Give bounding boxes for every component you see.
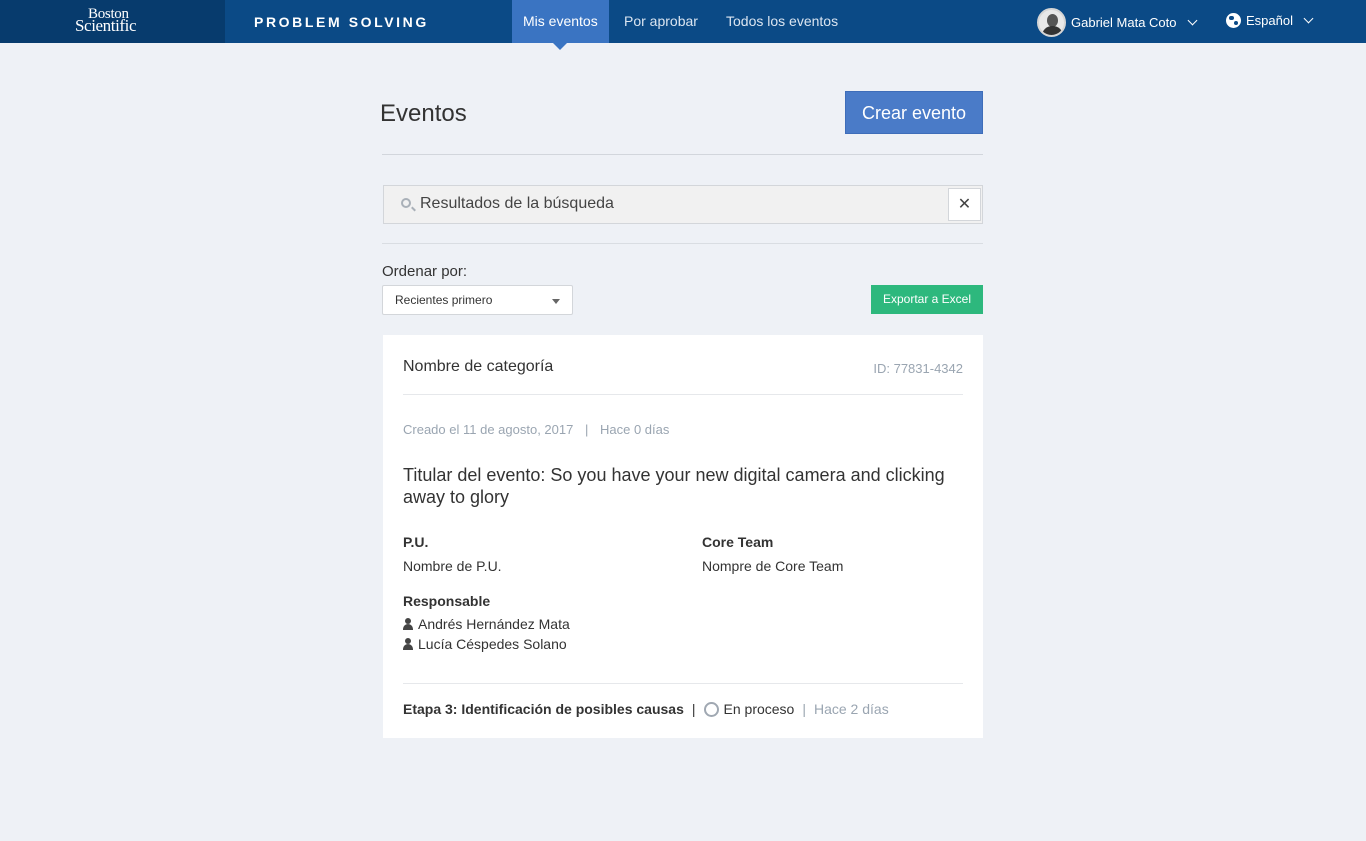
divider — [403, 394, 963, 395]
core-team-value: Nompre de Core Team — [702, 558, 844, 574]
tab-label: Por aprobar — [624, 13, 698, 29]
page-title: Eventos — [380, 100, 467, 127]
tab-mis-eventos[interactable]: Mis eventos — [512, 0, 609, 50]
sort-selected-value: Recientes primero — [395, 293, 493, 307]
active-tab-caret-icon — [553, 43, 568, 50]
export-excel-button[interactable]: Exportar a Excel — [871, 285, 983, 314]
brand-logo-line2: Scientific — [75, 16, 137, 35]
language-selector[interactable]: Español — [1226, 13, 1314, 28]
chevron-down-icon — [1187, 15, 1197, 25]
search-input[interactable]: Resultados de la búsqueda — [420, 195, 614, 213]
divider — [403, 683, 963, 684]
user-icon — [403, 618, 413, 630]
responsible-name: Lucía Céspedes Solano — [418, 636, 567, 652]
separator: | — [802, 701, 806, 717]
clear-search-button[interactable]: ✕ — [948, 188, 981, 221]
search-icon — [401, 198, 411, 208]
create-event-button[interactable]: Crear evento — [845, 91, 983, 134]
event-headline[interactable]: Titular del evento: So you have your new… — [403, 464, 963, 508]
stage-label: Etapa 3: Identificación de posibles caus… — [403, 701, 684, 717]
brand-logo[interactable]: Boston Scientific — [0, 0, 225, 43]
created-ago: Hace 0 días — [599, 422, 670, 437]
event-created: Creado el 11 de agosto, 2017 | Hace 0 dí… — [403, 422, 669, 437]
pu-label: P.U. — [403, 534, 429, 550]
divider — [382, 243, 983, 244]
status-circle-icon — [703, 701, 719, 717]
core-team-label: Core Team — [702, 534, 774, 550]
event-category: Nombre de categoría — [403, 358, 554, 375]
separator: | — [584, 422, 589, 437]
language-label: Español — [1246, 13, 1293, 28]
app-title: PROBLEM SOLVING — [254, 14, 429, 30]
user-name: Gabriel Mata Coto — [1071, 14, 1177, 30]
search-bar[interactable]: Resultados de la búsqueda ✕ — [383, 185, 983, 224]
pu-value: Nombre de P.U. — [403, 558, 502, 574]
status-label: En proceso — [723, 701, 795, 717]
tab-label: Todos los eventos — [726, 13, 839, 29]
chevron-down-icon — [1303, 13, 1314, 24]
status-ago: Hace 2 días — [813, 701, 889, 717]
sort-label: Ordenar por: — [382, 263, 468, 280]
responsible-name: Andrés Hernández Mata — [418, 616, 570, 632]
separator: | — [691, 701, 696, 717]
responsible-person: Lucía Céspedes Solano — [403, 636, 567, 652]
created-date: Creado el 11 de agosto, 2017 — [403, 422, 574, 437]
tab-label: Mis eventos — [523, 13, 598, 29]
event-card[interactable]: Nombre de categoría ID: 77831-4342 Cread… — [383, 335, 983, 738]
event-id: ID: 77831-4342 — [873, 361, 963, 376]
globe-icon — [1226, 13, 1241, 28]
tab-todos-los-eventos[interactable]: Todos los eventos — [715, 0, 849, 43]
avatar — [1037, 7, 1066, 37]
user-icon — [403, 638, 413, 650]
dropdown-arrow-icon — [552, 299, 560, 304]
event-stage-footer: Etapa 3: Identificación de posibles caus… — [403, 701, 889, 717]
tab-por-aprobar[interactable]: Por aprobar — [613, 0, 709, 43]
top-navbar: Boston Scientific PROBLEM SOLVING Mis ev… — [0, 0, 1366, 50]
divider — [382, 154, 983, 155]
responsible-label: Responsable — [403, 593, 491, 609]
user-menu[interactable]: Gabriel Mata Coto — [1037, 7, 1197, 37]
responsible-person: Andrés Hernández Mata — [403, 616, 570, 632]
sort-select[interactable]: Recientes primero — [382, 285, 573, 315]
